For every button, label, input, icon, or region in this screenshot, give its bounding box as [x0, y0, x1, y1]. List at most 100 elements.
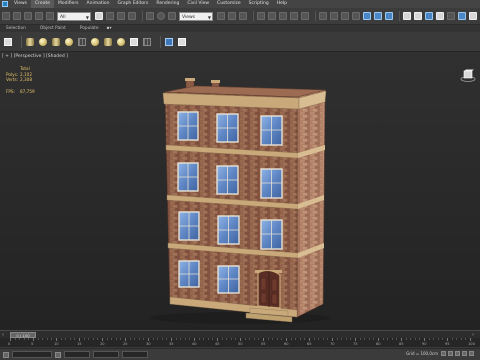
- selection-lock-icon[interactable]: [55, 351, 61, 358]
- selection-filter-select[interactable]: All ▼: [57, 11, 91, 21]
- track-minor-tick: [437, 338, 439, 340]
- track-tick: [240, 338, 241, 341]
- chevron-down-icon: ▼: [207, 14, 211, 20]
- next-frame-icon[interactable]: [462, 351, 467, 356]
- a360-gallery-icon[interactable]: [469, 12, 477, 20]
- layer-explorer-icon[interactable]: [341, 12, 349, 20]
- curve-editor-icon[interactable]: [363, 12, 371, 20]
- undo-icon[interactable]: [2, 12, 10, 20]
- menu-create[interactable]: Create: [31, 0, 54, 8]
- scale-icon[interactable]: [168, 12, 176, 20]
- select-manipulate-icon[interactable]: [228, 12, 236, 20]
- menu-animation[interactable]: Animation: [83, 0, 114, 8]
- rectangle-region-icon[interactable]: [117, 12, 125, 20]
- camera-icon[interactable]: [130, 37, 138, 46]
- tab-object-paint[interactable]: Object Paint: [40, 26, 66, 31]
- track-tick: [401, 338, 402, 341]
- percent-snap-icon[interactable]: [279, 12, 287, 20]
- track-minor-tick: [341, 338, 343, 340]
- coord-y-field[interactable]: [93, 351, 119, 358]
- tab-selection[interactable]: Selection: [6, 26, 26, 31]
- render-setup-icon[interactable]: [403, 12, 411, 20]
- redo-icon[interactable]: [13, 12, 21, 20]
- ribbon-options-icon[interactable]: ▪▾: [107, 26, 112, 31]
- spinner-snap-icon[interactable]: [290, 12, 298, 20]
- perspective-viewport[interactable]: [ + ] [Perspective ] [Shaded ] Total Pol…: [0, 52, 480, 330]
- time-slider-bar[interactable]: ‹ 0 / 100 ›: [0, 330, 480, 338]
- align-icon[interactable]: [330, 12, 338, 20]
- snap-toggle-icon[interactable]: [257, 12, 265, 20]
- sphere-primitive-icon[interactable]: [39, 37, 47, 46]
- render-in-cloud-icon[interactable]: [458, 12, 466, 20]
- plane-primitive-icon[interactable]: [78, 37, 86, 46]
- keyboard-shortcut-icon[interactable]: [239, 12, 247, 20]
- unlink-icon[interactable]: [35, 12, 43, 20]
- toolbar-divider: [253, 11, 254, 21]
- go-to-end-icon[interactable]: [469, 351, 474, 356]
- track-tick-label: 100: [468, 342, 475, 346]
- tab-populate[interactable]: Populate: [80, 26, 99, 31]
- select-object-icon[interactable]: [95, 12, 103, 20]
- menu-rendering[interactable]: Rendering: [152, 0, 183, 8]
- grid-object-icon[interactable]: [143, 37, 151, 46]
- track-minor-tick: [180, 338, 182, 340]
- track-minor-tick: [83, 338, 85, 340]
- box-primitive-icon[interactable]: [26, 37, 34, 46]
- maxscript-listener-icon[interactable]: [3, 351, 9, 358]
- link-icon[interactable]: [24, 12, 32, 20]
- coord-z-field[interactable]: [122, 351, 148, 358]
- toolbar-divider: [315, 11, 316, 21]
- window-crossing-icon[interactable]: [128, 12, 136, 20]
- coord-x-field[interactable]: [64, 351, 90, 358]
- modeling-ribbon-icon[interactable]: [4, 37, 12, 46]
- track-minor-tick: [322, 338, 324, 340]
- go-to-start-icon[interactable]: [441, 351, 446, 356]
- angle-snap-icon[interactable]: [268, 12, 276, 20]
- menu-scripting[interactable]: Scripting: [245, 0, 273, 8]
- torus-primitive-icon[interactable]: [65, 37, 73, 46]
- track-minor-tick: [212, 338, 214, 340]
- rendered-frame-window-icon[interactable]: [414, 12, 422, 20]
- render-iterative-icon[interactable]: [436, 12, 444, 20]
- track-minor-tick: [249, 338, 251, 340]
- track-minor-tick: [281, 338, 283, 340]
- select-by-name-icon[interactable]: [106, 12, 114, 20]
- rotate-icon[interactable]: [157, 12, 165, 20]
- schematic-view-icon[interactable]: [374, 12, 382, 20]
- menu-help[interactable]: Help: [273, 0, 291, 8]
- bind-space-warp-icon[interactable]: [46, 12, 54, 20]
- menu-graph-editors[interactable]: Graph Editors: [113, 0, 152, 8]
- track-bar[interactable]: 0 5 10 15 20 25 30 35 40 45 50 55 60 65 70 75 80 85 90 95 10…: [0, 338, 480, 348]
- move-icon[interactable]: [146, 12, 154, 20]
- edit-named-selection-icon[interactable]: [301, 12, 309, 20]
- edit-poly-icon[interactable]: [178, 37, 186, 46]
- track-tick-label: 25: [123, 342, 128, 346]
- track-minor-tick: [60, 338, 62, 340]
- track-minor-tick: [92, 338, 94, 340]
- cone-primitive-icon[interactable]: [104, 37, 112, 46]
- play-icon[interactable]: [455, 351, 460, 356]
- reference-coordinate-select[interactable]: Views ▼: [179, 11, 213, 21]
- track-minor-tick: [396, 338, 398, 340]
- menu-civil-view[interactable]: Civil View: [183, 0, 213, 8]
- maxscript-mini-listener[interactable]: [12, 351, 52, 358]
- cylinder-primitive-icon[interactable]: [52, 37, 60, 46]
- render-production-icon[interactable]: [425, 12, 433, 20]
- previous-frame-icon[interactable]: [448, 351, 453, 356]
- pivot-center-icon[interactable]: [217, 12, 225, 20]
- light-icon[interactable]: [117, 37, 125, 46]
- toggle-ribbon-icon[interactable]: [352, 12, 360, 20]
- track-tick: [194, 338, 195, 341]
- teapot-primitive-icon[interactable]: [91, 37, 99, 46]
- teapot-render-icon[interactable]: [447, 12, 455, 20]
- track-tick: [309, 338, 310, 341]
- menu-customize[interactable]: Customize: [213, 0, 245, 8]
- material-editor-icon[interactable]: [385, 12, 393, 20]
- app-logo-icon[interactable]: [2, 1, 8, 7]
- building-model[interactable]: [0, 52, 480, 330]
- chimney-cap-left: [185, 78, 195, 81]
- mirror-icon[interactable]: [319, 12, 327, 20]
- menu-views[interactable]: Views: [10, 0, 31, 8]
- menu-modifiers[interactable]: Modifiers: [54, 0, 83, 8]
- modifier-list-icon[interactable]: [165, 37, 173, 46]
